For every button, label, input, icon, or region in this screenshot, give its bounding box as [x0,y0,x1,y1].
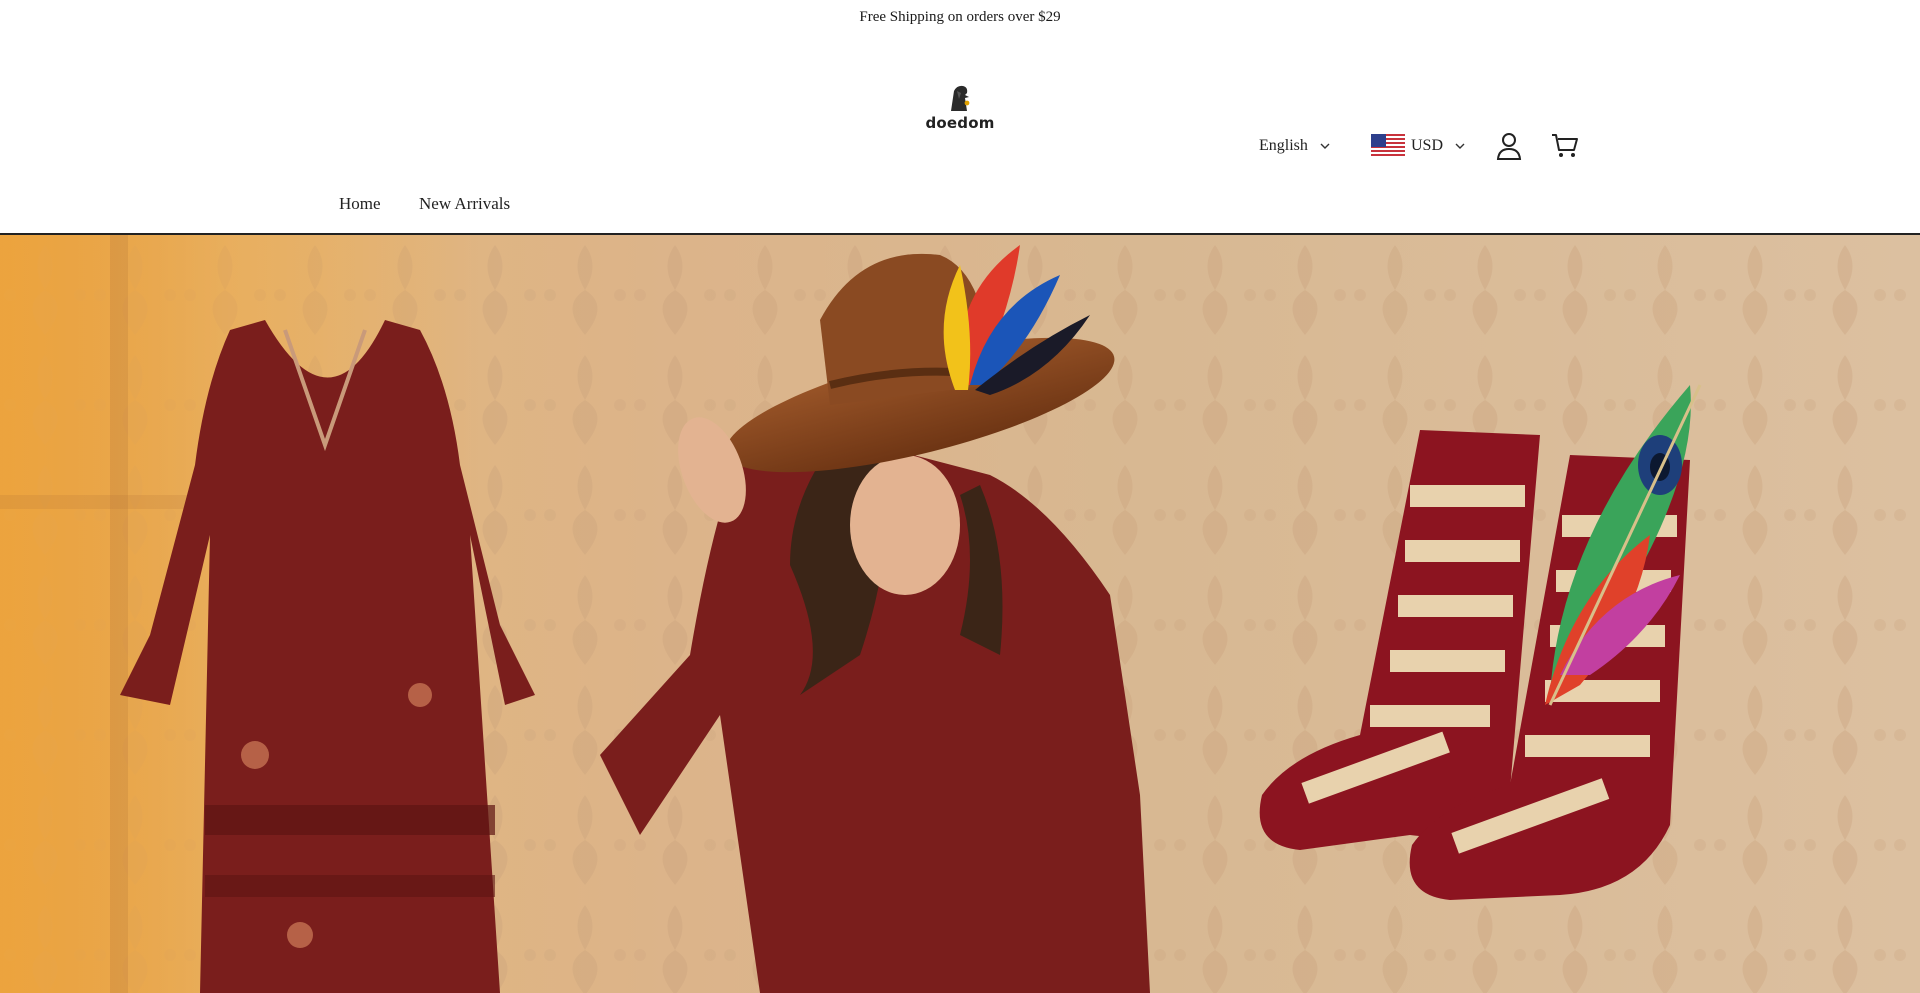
announcement-text: Free Shipping on orders over $29 [859,9,1061,25]
site-header: doedom English USD [0,35,1920,187]
account-icon [1496,133,1522,160]
logo-icon [951,85,970,111]
nav-item-new-arrivals[interactable]: New Arrivals [419,194,510,214]
announcement-bar: Free Shipping on orders over $29 [0,0,1920,35]
nav-item-home[interactable]: Home [339,194,381,214]
account-button[interactable] [1494,131,1524,161]
chevron-down-icon [1320,137,1330,155]
cart-button[interactable] [1550,131,1580,161]
currency-label: USD [1411,137,1444,154]
language-label: English [1259,137,1308,154]
hero-image [0,235,1920,993]
language-selector[interactable]: English [1259,131,1330,161]
logo-text: doedom [925,114,995,132]
hero-banner[interactable] [0,235,1920,993]
chevron-down-icon [1455,137,1465,155]
main-nav: Home New Arrivals [0,194,1920,234]
currency-selector[interactable]: USD [1371,131,1465,161]
cart-icon [1552,134,1578,157]
us-flag-icon [1371,134,1405,158]
brand-logo[interactable]: doedom [920,83,1000,132]
